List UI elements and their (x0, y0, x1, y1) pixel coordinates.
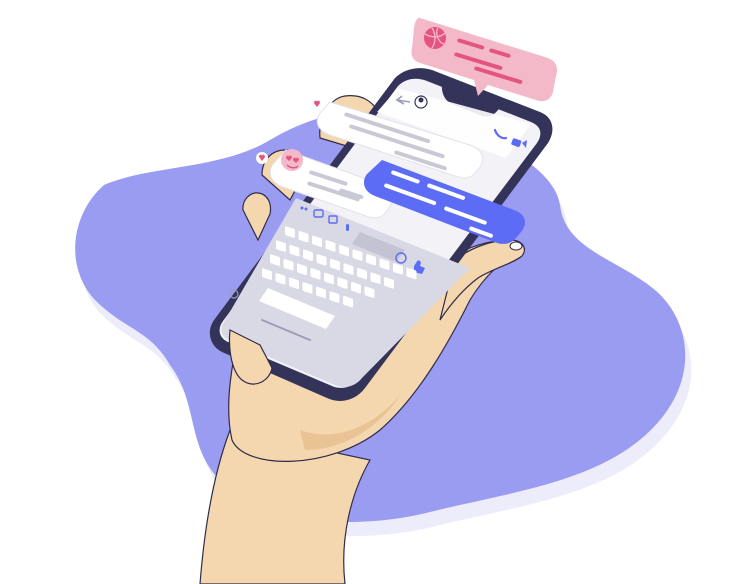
microphone-icon[interactable] (346, 224, 349, 231)
heart-eyes-emoji-icon (281, 149, 303, 171)
basketball-icon (424, 27, 446, 49)
thumbnail (509, 241, 523, 251)
heart-reaction-icon[interactable] (311, 98, 323, 110)
more-icon[interactable] (300, 206, 304, 210)
avatar-icon[interactable] (414, 95, 428, 109)
messaging-illustration (75, 17, 692, 584)
heart-reaction-icon[interactable] (256, 152, 268, 164)
